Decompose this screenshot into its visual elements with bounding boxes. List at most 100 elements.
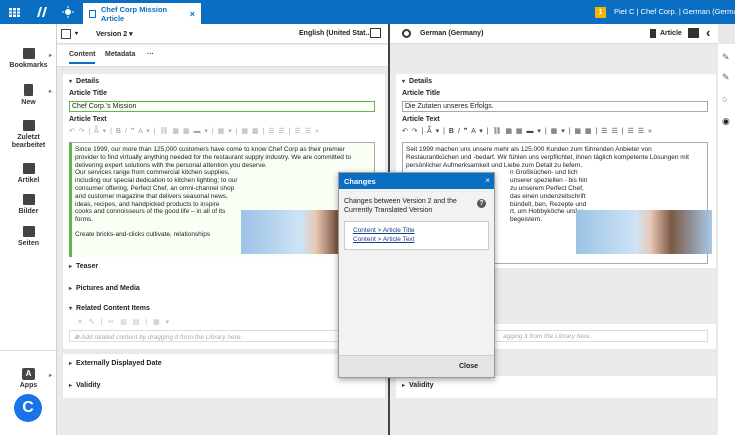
preview-icon[interactable] bbox=[370, 28, 381, 38]
top-bar: Chef Corp Mission Article × 1 Piet C | C… bbox=[0, 0, 735, 24]
nav-bookmarks[interactable]: Bookmarks ▸ bbox=[0, 48, 57, 69]
nav-label: Bilder bbox=[18, 208, 39, 215]
close-button[interactable]: Close bbox=[459, 363, 478, 370]
dialog-title: Changes bbox=[344, 177, 376, 186]
left-tabs: Content Metadata ··· bbox=[57, 45, 388, 67]
pictures-section[interactable]: ▸ Pictures and Media bbox=[63, 279, 385, 301]
caret-right-icon: ▸ bbox=[69, 361, 73, 367]
left-locale-label: English (United Stat... bbox=[299, 30, 372, 37]
close-tab-icon[interactable]: × bbox=[190, 9, 195, 19]
pencil-icon[interactable]: ✎ bbox=[722, 72, 732, 82]
change-link-article-text[interactable]: Content > Article Text bbox=[353, 235, 488, 244]
related-drop-zone[interactable]: ⊕ Add related content by dragging it fro… bbox=[69, 330, 375, 342]
drop-zone-text: Add related content by dragging it from … bbox=[81, 334, 243, 341]
search-folder-icon bbox=[22, 226, 35, 237]
nav-bilder[interactable]: Bilder bbox=[0, 194, 57, 215]
text-paragraph: Since 1999, our more than 125,000 custom… bbox=[75, 146, 352, 169]
right-locale-label: German (Germany) bbox=[420, 30, 484, 37]
details-header[interactable]: ▾ Details bbox=[63, 74, 385, 85]
caret-down-icon: ▾ bbox=[402, 79, 406, 85]
checklist-icon[interactable] bbox=[688, 28, 699, 38]
right-details-header[interactable]: ▾ Details bbox=[396, 74, 716, 85]
article-type-icon bbox=[650, 29, 656, 38]
section-title: Validity bbox=[409, 382, 434, 389]
chevron-down-icon[interactable]: ▾ bbox=[75, 30, 78, 37]
user-menu[interactable]: Piet C | Chef Corp. | German (Germany) bbox=[614, 0, 735, 24]
nav-seiten[interactable]: Seiten bbox=[0, 226, 57, 247]
new-document-icon bbox=[24, 84, 33, 96]
right-validity-section[interactable]: ▸ Validity bbox=[396, 376, 716, 398]
tab-title: Chef Corp Mission Article bbox=[100, 4, 168, 23]
article-title-field[interactable]: Chef Corp.'s Mission bbox=[69, 101, 375, 112]
tab-metadata[interactable]: Metadata bbox=[105, 51, 135, 58]
library-icon[interactable] bbox=[34, 0, 50, 24]
left-nav: Bookmarks ▸ New ▸ Zuletzt bearbeitet Art… bbox=[0, 24, 57, 435]
section-title: Externally Displayed Date bbox=[76, 360, 162, 367]
rte-toolbar[interactable]: ↶ ↷ | A͌ ▾ | B I ❞ A ▾ | ⛓ ▦ ▦ ▬ ▾ | ▦ ▾… bbox=[69, 127, 320, 139]
collapse-chevron-icon[interactable]: ‹ bbox=[706, 25, 710, 40]
apps-icon: A bbox=[22, 368, 35, 380]
nav-label: Artikel bbox=[17, 177, 40, 184]
related-content-card: ▾ Related Content Items ✕ ✎ | ✂ ▤ ▤ | ▦ ▾… bbox=[63, 301, 385, 349]
nav-artikel[interactable]: Artikel bbox=[0, 163, 57, 184]
right-rail: ✎ ✎ ○ ◉ bbox=[718, 44, 735, 435]
caret-right-icon: ▸ bbox=[69, 286, 73, 292]
chef-team-image bbox=[576, 210, 712, 254]
dialog-subtitle: Changes between Version 2 and the Curren… bbox=[344, 198, 457, 214]
workflow-icon[interactable] bbox=[60, 0, 76, 24]
nav-new[interactable]: New ▸ bbox=[0, 84, 57, 106]
text-paragraph: Seit 1999 machen uns unsere mehr als 125… bbox=[406, 146, 689, 169]
section-title: Pictures and Media bbox=[76, 285, 140, 292]
tab-chef-corp-mission-article[interactable]: Chef Corp Mission Article × bbox=[83, 3, 201, 24]
section-title: Validity bbox=[76, 382, 101, 389]
notification-badge[interactable]: 1 bbox=[595, 7, 606, 18]
nav-recently-edited[interactable]: Zuletzt bearbeitet bbox=[0, 120, 57, 150]
version-label: Version 2 bbox=[96, 31, 128, 38]
change-link-article-title[interactable]: Content > Article Title bbox=[353, 226, 488, 235]
details-title: Details bbox=[409, 78, 432, 85]
caret-right-icon: ▸ bbox=[69, 383, 73, 389]
nav-label: Apps bbox=[19, 382, 38, 389]
globe-icon bbox=[402, 29, 411, 38]
caret-down-icon: ▾ bbox=[69, 79, 73, 85]
search-folder-icon bbox=[22, 163, 35, 174]
edit-icon[interactable]: ✎ bbox=[722, 52, 732, 62]
article-text-label: Article Text bbox=[69, 116, 107, 123]
externally-displayed-date-section[interactable]: ▸ Externally Displayed Date bbox=[63, 354, 385, 376]
chevron-right-icon: ▸ bbox=[48, 53, 52, 59]
right-article-title-field[interactable]: Die Zutaten unseres Erfolgs. bbox=[402, 101, 708, 112]
details-card: ▾ Details Article Title Chef Corp.'s Miss… bbox=[63, 74, 385, 268]
related-toolbar[interactable]: ✕ ✎ | ✂ ▤ ▤ | ▦ ▾ bbox=[77, 318, 171, 326]
doc-type-label: Article bbox=[660, 30, 682, 37]
nav-apps[interactable]: A Apps ▸ bbox=[0, 368, 57, 389]
caret-down-icon: ▾ bbox=[69, 306, 73, 312]
text-paragraph: Our services range from commercial kitch… bbox=[75, 169, 238, 224]
add-icon: ⊕ bbox=[74, 334, 82, 341]
version-select[interactable]: Version 2 ▾ bbox=[96, 30, 133, 38]
nav-divider bbox=[0, 350, 57, 351]
compare-icon[interactable] bbox=[61, 29, 71, 39]
apps-grid-icon[interactable] bbox=[6, 0, 22, 24]
related-header[interactable]: ▾ Related Content Items bbox=[63, 301, 385, 312]
close-icon[interactable]: × bbox=[485, 176, 490, 185]
right-article-text-label: Article Text bbox=[402, 116, 440, 123]
coremedia-logo: C bbox=[14, 394, 42, 422]
search-folder-icon bbox=[22, 194, 35, 205]
right-rte-toolbar[interactable]: ↶ ↷ | A͌ ▾ | B I ❞ A ▾ | ⛓ ▦ ▦ ▬ ▾ | ▦ ▾… bbox=[402, 127, 653, 139]
chevron-right-icon: ▸ bbox=[48, 373, 52, 379]
help-icon[interactable]: ? bbox=[477, 199, 486, 208]
nav-label: New bbox=[21, 99, 36, 106]
caret-right-icon: ▸ bbox=[69, 264, 73, 270]
search-icon[interactable]: ○ bbox=[722, 94, 732, 104]
validity-section[interactable]: ▸ Validity bbox=[63, 376, 385, 398]
globe-icon[interactable]: ◉ bbox=[722, 116, 732, 126]
teaser-section[interactable]: ▸ Teaser bbox=[63, 257, 385, 279]
dialog-header: Changes bbox=[339, 173, 494, 189]
nav-label: Seiten bbox=[17, 240, 39, 247]
left-toolbar: ▾ Version 2 ▾ English (United Stat... bbox=[57, 24, 388, 44]
chevron-right-icon: ▸ bbox=[48, 89, 52, 95]
article-title-label: Article Title bbox=[69, 90, 107, 97]
tab-more[interactable]: ··· bbox=[147, 51, 154, 58]
tab-content[interactable]: Content bbox=[69, 51, 96, 64]
drop-zone-text: agging it from the Library here. bbox=[503, 333, 592, 340]
